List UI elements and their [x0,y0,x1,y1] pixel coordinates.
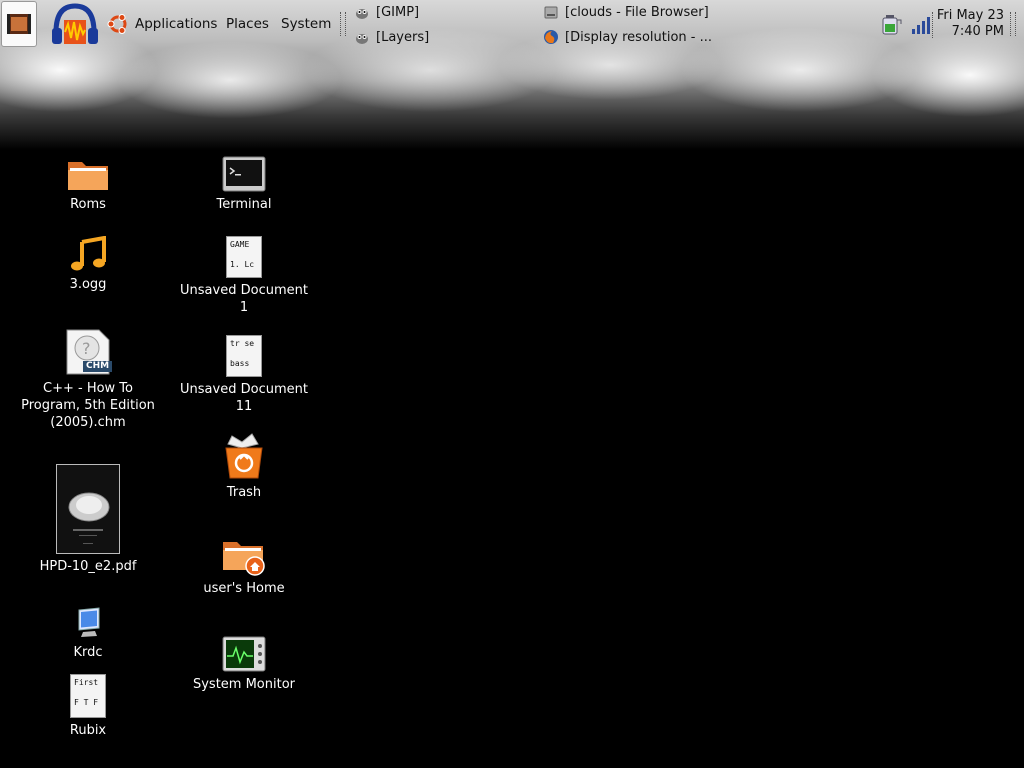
ubuntu-logo-icon[interactable] [107,13,129,35]
top-panel: Applications Places System [GIMP] [Layer… [0,0,1024,50]
system-menu[interactable]: System [281,16,331,32]
desktop-icon-unsaved-document-11[interactable]: tr se bass Unsaved Document 11 [174,335,314,415]
svg-text:?: ? [82,339,91,358]
desktop-icon-roms[interactable]: Roms [18,156,158,213]
desktop-icon-label: Trash [226,485,262,500]
desktop-icon-label: Krdc [73,645,103,660]
drive-icon [544,6,558,19]
task-display-resolution-label: [Display resolution - ... [565,29,713,45]
music-note-icon [71,236,106,271]
panel-separator [1010,12,1016,36]
desktop-icon-label: user's Home [203,581,285,596]
applications-menu[interactable]: Applications [135,16,217,32]
panel-separator [340,12,346,36]
network-signal-icon[interactable] [910,14,932,36]
desktop-icon-label-line1: Unsaved Document [180,382,308,397]
task-gimp[interactable]: [GIMP] [354,4,419,20]
desktop-icon-home[interactable]: user's Home [174,536,314,597]
desktop-icon-3-ogg[interactable]: 3.ogg [18,236,158,293]
task-file-browser-label: [clouds - File Browser] [565,4,709,20]
gimp-icon [356,9,368,19]
task-layers-label: [Layers] [376,29,430,45]
desktop-icon-system-monitor[interactable]: System Monitor [174,636,314,693]
gimp-icon [356,34,368,44]
terminal-icon [222,156,266,192]
clock-date: Fri May 23 [936,8,1004,23]
task-display-resolution[interactable]: [Display resolution - ... [543,29,712,45]
desktop-icon-label: HPD-10_e2.pdf [39,559,137,574]
desktop-icon-label-line1: C++ - How To [43,381,133,396]
places-menu[interactable]: Places [226,16,269,32]
clock[interactable]: Fri May 23 7:40 PM [934,8,1004,40]
desktop-icon-rubix[interactable]: First F T F Rubix [18,674,158,739]
system-monitor-icon [222,636,266,672]
desktop-icon-label: Terminal [216,197,272,212]
task-gimp-label: [GIMP] [376,4,420,20]
battery-icon[interactable] [880,14,904,36]
clock-time: 7:40 PM [951,24,1004,39]
desktop-icon-hpd-pdf[interactable]: HPD-10_e2.pdf [18,464,158,575]
computer-monitor-icon [78,607,100,637]
task-file-browser[interactable]: [clouds - File Browser] [543,4,709,20]
desktop-icon-label: Rubix [69,723,107,738]
chm-help-icon: ? CHM [65,328,113,376]
desktop-icon-label: Roms [70,197,106,212]
task-layers[interactable]: [Layers] [354,29,429,45]
folder-icon [68,162,108,190]
desktop[interactable]: Applications Places System [GIMP] [Layer… [0,0,1024,768]
desktop-icon-unsaved-document-1[interactable]: GAME 1. Lc Unsaved Document 1 [174,236,314,316]
desktop-icon-label-line2: Program, 5th Edition [21,398,155,413]
home-folder-icon [223,542,265,576]
desktop-icon-label-line1: Unsaved Document [180,283,308,298]
desktop-icon-krdc[interactable]: Krdc [18,606,158,661]
desktop-icon-label-line2: 11 [235,399,253,414]
desktop-icon-cpp-chm[interactable]: ? CHM C++ - How To Program, 5th Edition … [18,328,158,431]
pdf-thumbnail-icon [56,464,120,554]
trash-icon [225,433,263,479]
desktop-icon-label: System Monitor [192,677,296,692]
firefox-icon [544,30,558,44]
film-launcher-icon[interactable] [1,1,37,47]
desktop-icon-trash[interactable]: Trash [174,432,314,501]
desktop-icon-label: 3.ogg [69,277,107,292]
audacity-launcher-icon[interactable] [50,2,100,48]
desktop-icon-terminal[interactable]: Terminal [174,156,314,213]
text-document-icon: GAME 1. Lc [226,236,262,278]
desktop-icon-label-line3: (2005).chm [50,415,126,430]
panel-separator [932,12,933,38]
text-document-icon: tr se bass [226,335,262,377]
chm-badge: CHM [83,361,113,372]
desktop-icon-label-line2: 1 [239,300,249,315]
text-document-icon: First F T F [70,674,106,718]
